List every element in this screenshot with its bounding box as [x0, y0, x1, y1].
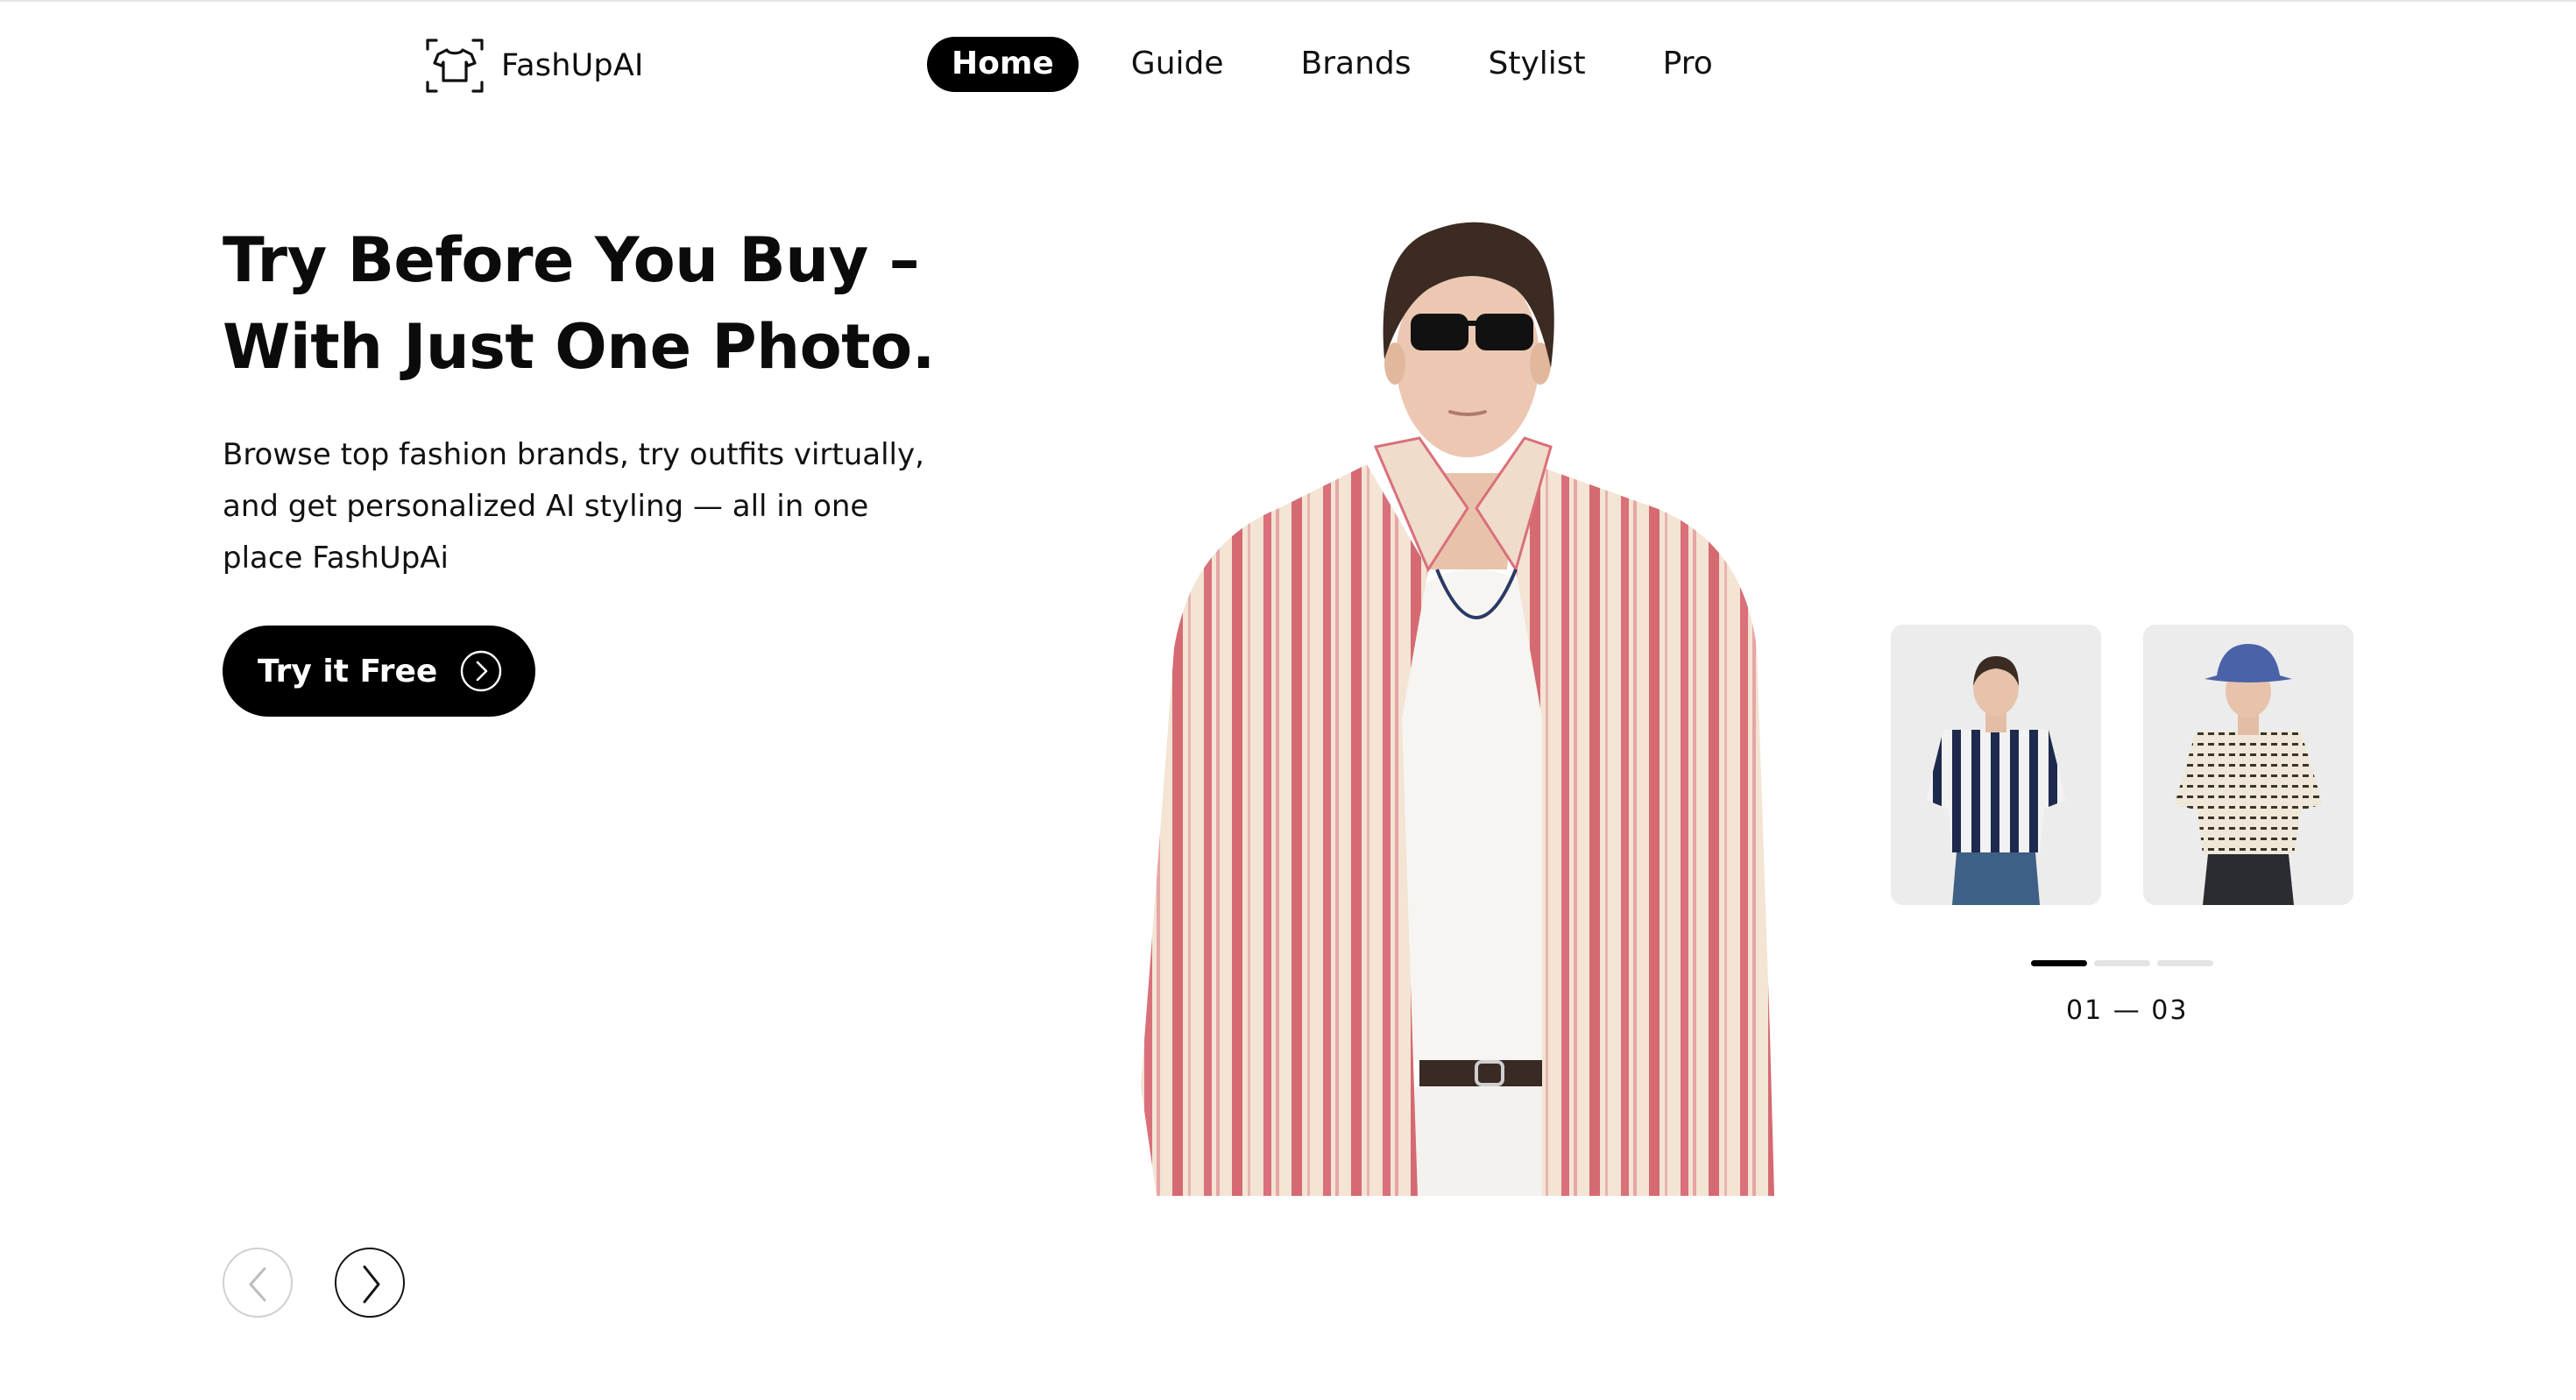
- prev-slide-button[interactable]: [223, 1248, 293, 1318]
- hero-headline-line2: With Just One Photo.: [223, 311, 935, 383]
- carousel-thumbnail[interactable]: [2143, 625, 2353, 905]
- top-border: [0, 0, 2576, 2]
- nav-item-stylist[interactable]: Stylist: [1464, 37, 1610, 92]
- chevron-left-icon: [249, 1267, 266, 1302]
- progress-segment: [2157, 960, 2213, 966]
- brand-logo[interactable]: FashUpAI: [424, 35, 643, 96]
- thumbnail-model-crochet-shirt: [2143, 625, 2353, 905]
- brand-name: FashUpAI: [501, 48, 644, 83]
- hero-headline-line1: Try Before You Buy –: [223, 224, 920, 296]
- nav-item-brands[interactable]: Brands: [1277, 37, 1436, 92]
- chevron-right-circle-icon: [460, 650, 502, 692]
- next-slide-button[interactable]: [335, 1248, 405, 1318]
- hero-headline: Try Before You Buy – With Just One Photo…: [223, 217, 1011, 391]
- hero-description: Browse top fashion brands, try outfits v…: [223, 437, 924, 576]
- carousel-progress: [2031, 960, 2213, 966]
- tshirt-scan-icon: [426, 39, 484, 93]
- progress-segment-active: [2031, 960, 2087, 966]
- nav-item-home[interactable]: Home: [927, 37, 1079, 92]
- nav-item-pro[interactable]: Pro: [1638, 37, 1737, 92]
- carousel-thumbnail[interactable]: [1891, 625, 2101, 905]
- thumbnail-model-navy-stripes: [1891, 625, 2101, 905]
- chevron-right-icon: [363, 1265, 380, 1304]
- hero-model-image: [1141, 222, 1774, 1196]
- progress-segment: [2094, 960, 2150, 966]
- try-it-free-button[interactable]: Try it Free: [223, 626, 535, 717]
- cta-label: Try it Free: [258, 653, 438, 689]
- main-nav: Home Guide Brands Stylist Pro: [927, 37, 1766, 92]
- nav-item-guide[interactable]: Guide: [1107, 37, 1249, 92]
- slide-counter: 01 — 03: [2066, 995, 2189, 1026]
